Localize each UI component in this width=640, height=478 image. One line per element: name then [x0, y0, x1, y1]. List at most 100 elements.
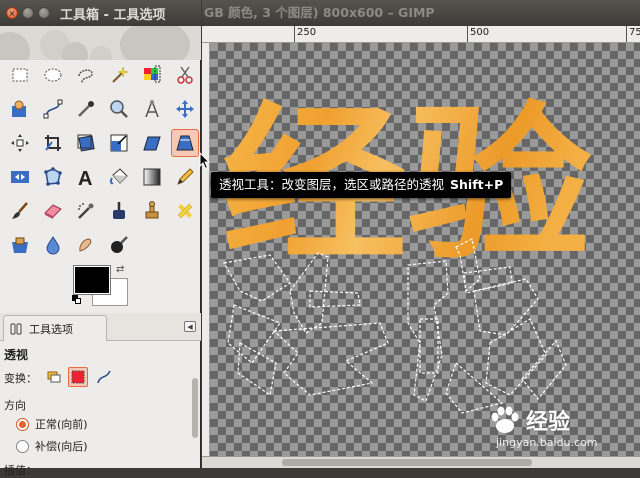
- heal-tool[interactable]: [168, 194, 201, 228]
- airbrush-icon: [77, 203, 93, 219]
- cage-transform-tool[interactable]: [36, 160, 69, 194]
- tab-tool-options[interactable]: 工具选项: [3, 315, 107, 341]
- ruler-label-500: 500: [470, 27, 490, 38]
- tool-options-panel: 透视 变换： 方向 正常(向前) 补偿(向后) 插值：: [0, 342, 201, 477]
- zoom-tool[interactable]: [102, 92, 135, 126]
- radio-corrective-indicator[interactable]: [16, 439, 29, 453]
- horizontal-scrollbar[interactable]: [202, 456, 640, 468]
- eraser-tool[interactable]: [36, 194, 69, 228]
- free-select-tool[interactable]: [69, 58, 102, 92]
- fuzzy-select-icon: [111, 66, 128, 83]
- crop-tool[interactable]: [36, 126, 69, 160]
- rotate-tool[interactable]: [69, 126, 102, 160]
- radio-normal[interactable]: 正常(向前): [16, 416, 88, 432]
- fuzzy-select-tool[interactable]: [102, 58, 135, 92]
- wilber-drop-area[interactable]: [0, 26, 201, 60]
- measure-tool[interactable]: [135, 92, 168, 126]
- minimize-icon[interactable]: [22, 7, 34, 19]
- flip-tool[interactable]: [3, 160, 36, 194]
- color-picker-tool[interactable]: [69, 92, 102, 126]
- flip-icon: [10, 171, 29, 183]
- paths-icon: [43, 99, 62, 119]
- smudge-tool[interactable]: [69, 228, 102, 262]
- ruler-label-750: 750: [629, 27, 640, 38]
- perspective-tool-tooltip: 透视工具：改变图层，选区或路径的透视 Shift+P: [211, 172, 512, 198]
- scale-icon: [110, 134, 127, 152]
- default-colors-icon[interactable]: [72, 295, 82, 305]
- swap-colors-icon[interactable]: ⇄: [116, 264, 124, 275]
- blend-icon: [143, 168, 160, 186]
- align-icon: [10, 134, 29, 152]
- radio-corrective[interactable]: 补偿(向后): [16, 438, 88, 454]
- crop-icon: [44, 135, 61, 151]
- image-canvas[interactable]: 经验: [210, 43, 640, 456]
- rect-select-icon: [12, 68, 27, 82]
- options-scrollbar[interactable]: [191, 372, 199, 468]
- dodge-burn-tool[interactable]: [102, 228, 135, 262]
- perspective-icon: [175, 135, 194, 151]
- foreground-select-icon: [11, 100, 26, 117]
- path-icon: [97, 370, 111, 384]
- tooltip-text: 透视工具：改变图层，选区或路径的透视: [219, 177, 445, 192]
- tool-options-tabbar: 工具选项 ◀: [0, 313, 201, 341]
- perspective-clone-tool[interactable]: [3, 228, 36, 262]
- text-icon: A: [78, 168, 92, 188]
- direction-label: 方向: [4, 399, 26, 412]
- rotate-icon: [77, 134, 95, 152]
- bucket-fill-icon: [109, 168, 128, 185]
- toolbox-titlebar: × 工具箱 - 工具选项: [0, 0, 201, 26]
- bucket-fill-tool[interactable]: [102, 160, 135, 194]
- close-icon[interactable]: ×: [6, 7, 18, 19]
- ruler-label-250: 250: [297, 27, 317, 38]
- ellipse-select-tool[interactable]: [36, 58, 69, 92]
- transform-path-button[interactable]: [94, 367, 114, 387]
- color-select-tool[interactable]: [135, 58, 168, 92]
- clone-icon: [145, 201, 158, 219]
- maximize-icon[interactable]: [38, 7, 50, 19]
- airbrush-tool[interactable]: [69, 194, 102, 228]
- heal-icon: [177, 203, 192, 219]
- blend-tool[interactable]: [135, 160, 168, 194]
- text-tool[interactable]: A: [69, 160, 102, 194]
- foreground-select-tool[interactable]: [3, 92, 36, 126]
- pencil-tool[interactable]: [168, 160, 201, 194]
- dock-menu-button[interactable]: ◀: [184, 321, 196, 332]
- move-tool[interactable]: [168, 92, 201, 126]
- clone-tool[interactable]: [135, 194, 168, 228]
- transform-layer-button[interactable]: [44, 367, 64, 387]
- radio-normal-indicator[interactable]: [16, 417, 29, 431]
- canvas-artwork: 经验: [222, 87, 592, 414]
- color-select-icon: [143, 65, 160, 83]
- move-icon: [175, 100, 194, 118]
- blur-sharpen-icon: [45, 236, 60, 255]
- perspective-tool[interactable]: [168, 126, 201, 160]
- paths-tool[interactable]: [36, 92, 69, 126]
- color-picker-icon: [77, 101, 94, 117]
- perspective-clone-icon: [11, 237, 28, 253]
- smudge-icon: [78, 238, 91, 252]
- scissors-select-tool[interactable]: [168, 58, 201, 92]
- free-select-icon: [77, 69, 93, 84]
- tool-options-icon: [10, 323, 22, 334]
- transform-selection-button[interactable]: [68, 367, 88, 387]
- ink-icon: [112, 202, 125, 219]
- eraser-icon: [43, 204, 62, 219]
- foreground-color[interactable]: [73, 265, 111, 295]
- color-area[interactable]: ⇄: [72, 264, 132, 312]
- image-window: GB 颜色, 3 个图层) 800x600 – GIMP 250 500 750…: [202, 0, 640, 468]
- rect-select-tool[interactable]: [3, 58, 36, 92]
- transform-label: 变换：: [4, 372, 37, 385]
- horizontal-ruler[interactable]: 250 500 750: [202, 26, 640, 43]
- vertical-ruler[interactable]: [202, 43, 210, 456]
- paintbrush-tool[interactable]: [3, 194, 36, 228]
- image-window-title: GB 颜色, 3 个图层) 800x600 – GIMP: [202, 0, 640, 26]
- shear-tool[interactable]: [135, 126, 168, 160]
- blur-sharpen-tool[interactable]: [36, 228, 69, 262]
- interpolation-label: 插值：: [4, 464, 37, 477]
- radio-normal-label: 正常(向前): [35, 418, 88, 431]
- scale-tool[interactable]: [102, 126, 135, 160]
- align-tool[interactable]: [3, 126, 36, 160]
- ink-tool[interactable]: [102, 194, 135, 228]
- mouse-cursor-icon: [199, 152, 211, 170]
- dodge-burn-icon: [110, 236, 128, 253]
